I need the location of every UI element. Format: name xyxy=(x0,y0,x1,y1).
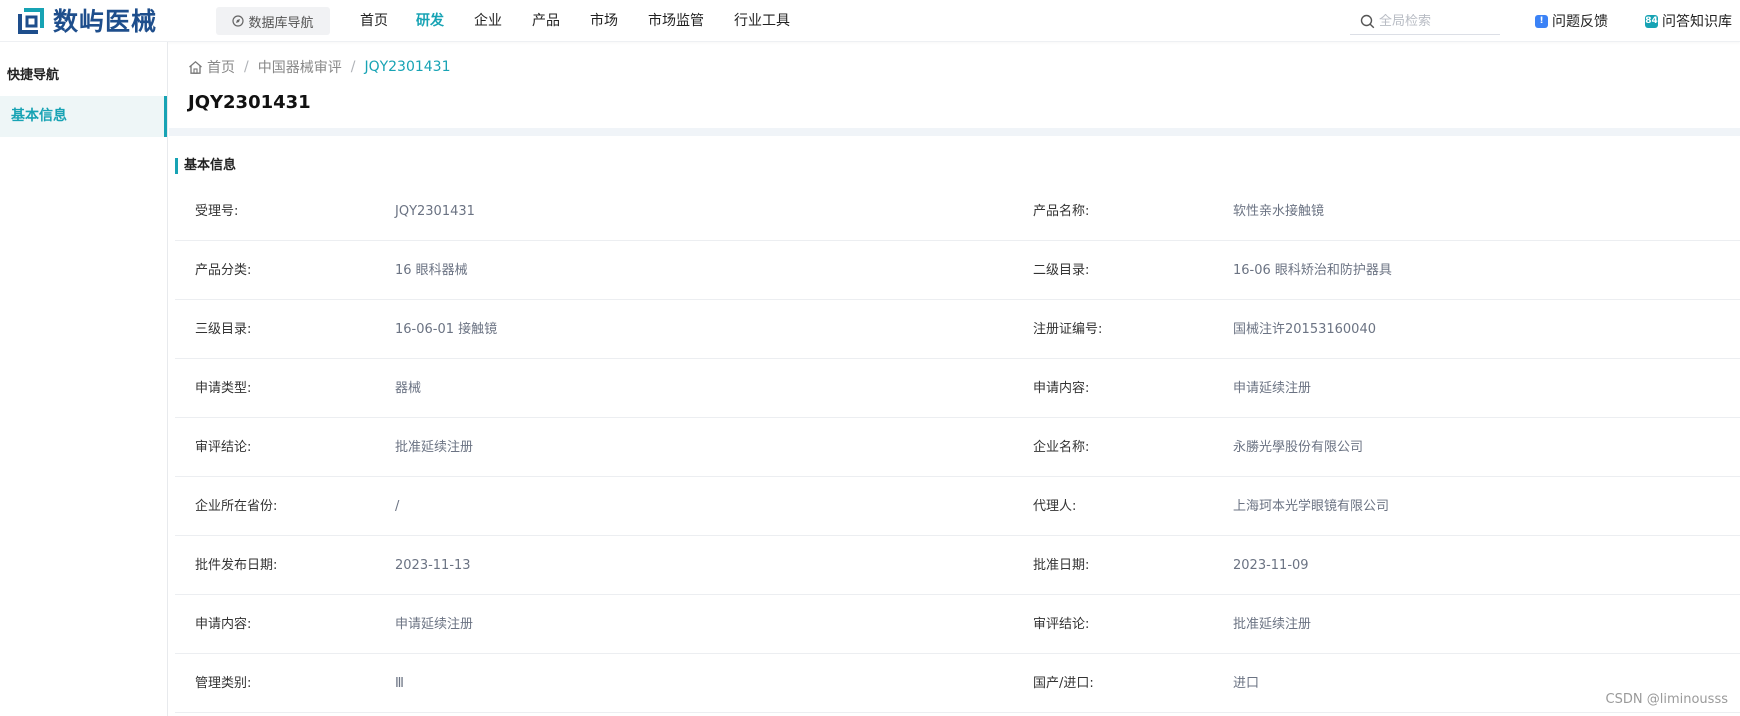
sidebar-item-basic-info[interactable]: 基本信息 xyxy=(0,96,167,137)
info-row: 批件发布日期: 2023-11-13 批准日期: 2023-11-09 xyxy=(175,536,1740,595)
field-label: 产品名称: xyxy=(1033,204,1090,219)
home-icon xyxy=(189,60,202,74)
info-table: 受理号: JQY2301431 产品名称: 软性亲水接触镜 产品分类: 16 眼… xyxy=(175,182,1740,713)
nav-research[interactable]: 研发 xyxy=(416,0,444,42)
breadcrumb-separator: / xyxy=(244,59,249,75)
feedback-icon: ! xyxy=(1535,14,1548,28)
nav-market[interactable]: 市场 xyxy=(590,0,618,42)
sidebar-title: 快捷导航 xyxy=(7,68,60,83)
field-label: 审评结论: xyxy=(195,440,252,455)
info-row: 审评结论: 批准延续注册 企业名称: 永勝光學股份有限公司 xyxy=(175,418,1740,477)
feedback-link[interactable]: ! 问题反馈 xyxy=(1535,0,1608,42)
field-value: 进口 xyxy=(1233,676,1260,691)
field-value: 16 眼科器械 xyxy=(395,263,468,278)
field-label: 企业所在省份: xyxy=(195,499,278,514)
field-value: 16-06 眼科矫治和防护器具 xyxy=(1233,263,1392,278)
nav-industry-tools[interactable]: 行业工具 xyxy=(734,0,790,42)
field-label: 批准日期: xyxy=(1033,558,1090,573)
logo-text: 数屿医械 xyxy=(53,6,158,36)
field-label: 申请内容: xyxy=(1033,381,1090,396)
field-value: Ⅲ xyxy=(395,676,404,691)
field-value: 永勝光學股份有限公司 xyxy=(1233,440,1364,455)
info-row: 企业所在省份: / 代理人: 上海珂本光学眼镜有限公司 xyxy=(175,477,1740,536)
section-title: 基本信息 xyxy=(175,158,236,174)
sidebar: 快捷导航 基本信息 xyxy=(0,42,168,716)
field-value: 批准延续注册 xyxy=(395,440,474,455)
field-label: 申请类型: xyxy=(195,381,252,396)
top-header: 数屿医械 数据库导航 首页 研发 企业 产品 市场 市场监管 行业工具 ! 问题… xyxy=(0,0,1740,42)
nav-enterprise[interactable]: 企业 xyxy=(474,0,502,42)
field-label: 申请内容: xyxy=(195,617,252,632)
nav-market-supervision[interactable]: 市场监管 xyxy=(648,0,704,42)
field-label: 受理号: xyxy=(195,204,239,219)
info-row: 申请类型: 器械 申请内容: 申请延续注册 xyxy=(175,359,1740,418)
field-label: 批件发布日期: xyxy=(195,558,278,573)
field-value: 上海珂本光学眼镜有限公司 xyxy=(1233,499,1390,514)
field-value: / xyxy=(395,499,400,514)
field-value: 2023-11-13 xyxy=(395,558,471,573)
field-label: 产品分类: xyxy=(195,263,252,278)
knowledge-base-link[interactable]: 84 问答知识库 xyxy=(1645,0,1732,42)
field-value: 器械 xyxy=(395,381,422,396)
feedback-label: 问题反馈 xyxy=(1552,14,1608,30)
breadcrumb-current: JQY2301431 xyxy=(364,59,451,75)
info-row: 受理号: JQY2301431 产品名称: 软性亲水接触镜 xyxy=(175,182,1740,241)
field-value: 国械注许20153160040 xyxy=(1233,322,1376,337)
field-value: 申请延续注册 xyxy=(395,617,474,632)
info-row: 管理类别: Ⅲ 国产/进口: 进口 xyxy=(175,654,1740,713)
field-label: 二级目录: xyxy=(1033,263,1090,278)
field-label: 代理人: xyxy=(1033,499,1077,514)
breadcrumb: 首页 / 中国器械审评 / JQY2301431 xyxy=(188,57,451,77)
field-value: 2023-11-09 xyxy=(1233,558,1309,573)
info-row: 产品分类: 16 眼科器械 二级目录: 16-06 眼科矫治和防护器具 xyxy=(175,241,1740,300)
info-row: 三级目录: 16-06-01 接触镜 注册证编号: 国械注许2015316004… xyxy=(175,300,1740,359)
field-value: 16-06-01 接触镜 xyxy=(395,322,498,337)
watermark: CSDN @liminousss xyxy=(1605,692,1728,707)
field-label: 管理类别: xyxy=(195,676,252,691)
field-value: 软性亲水接触镜 xyxy=(1233,204,1325,219)
field-label: 企业名称: xyxy=(1033,440,1090,455)
breadcrumb-section[interactable]: 中国器械审评 xyxy=(258,57,342,77)
search-input[interactable] xyxy=(1379,13,1497,29)
breadcrumb-separator: / xyxy=(350,59,356,75)
field-label: 注册证编号: xyxy=(1033,322,1103,337)
logo[interactable]: 数屿医械 xyxy=(16,3,157,39)
field-label: 国产/进口: xyxy=(1033,676,1094,691)
field-value: 批准延续注册 xyxy=(1233,617,1312,632)
compass-icon xyxy=(232,15,245,27)
nav-home[interactable]: 首页 xyxy=(360,0,388,42)
search-icon[interactable] xyxy=(1360,14,1375,29)
page-title: JQY2301431 xyxy=(188,92,311,113)
database-nav-button[interactable]: 数据库导航 xyxy=(216,7,330,35)
breadcrumb-home[interactable]: 首页 xyxy=(207,57,235,77)
field-value: JQY2301431 xyxy=(395,204,475,219)
info-row: 申请内容: 申请延续注册 审评结论: 批准延续注册 xyxy=(175,595,1740,654)
field-label: 审评结论: xyxy=(1033,617,1090,632)
nav-product[interactable]: 产品 xyxy=(532,0,560,42)
logo-icon xyxy=(18,8,44,34)
divider-band xyxy=(169,128,1740,136)
chat-bubble-icon: 84 xyxy=(1645,14,1658,28)
field-value: 申请延续注册 xyxy=(1233,381,1312,396)
database-nav-label: 数据库导航 xyxy=(248,15,314,31)
field-label: 三级目录: xyxy=(195,322,252,337)
knowledge-base-label: 问答知识库 xyxy=(1662,14,1732,30)
global-search xyxy=(1350,8,1500,35)
